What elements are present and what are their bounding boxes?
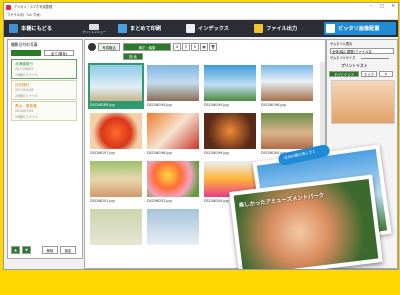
folder-item[interactable]: 青山・表参道 2015/07/02 20個のファイル	[11, 101, 77, 121]
window-title: デジカメ・スマホ写真整理	[14, 5, 53, 9]
collage-photo-front: 楽しかったアミューズメントパーク	[229, 174, 383, 269]
home-label: 本棚にもどる	[21, 26, 53, 32]
caption-bubble-text: 日光の朝の清しさと	[283, 149, 317, 161]
zoom-icon[interactable]: ⚲	[182, 43, 190, 51]
folder-date: 2015/07/02	[15, 109, 34, 113]
batch-print-label: まとめて印刷	[130, 26, 162, 32]
file-output-label: ファイル出力	[266, 26, 298, 32]
search-button[interactable]: 検 索	[123, 53, 143, 60]
folder-count: 14個のファイル	[15, 73, 39, 77]
thumbnail-item[interactable]: DSCN6194.jpg	[145, 63, 201, 109]
date-folder-panel: 撮影日付の写真 全て(単年) 北海道旅行 2017/06/05 14個のファイル…	[7, 39, 83, 259]
thumbnail-image	[90, 209, 142, 245]
clear-button[interactable]: クリア	[361, 71, 377, 77]
thumbnail-item[interactable]: DSCN6201.jpg	[88, 159, 144, 205]
thumbnail-caption: DSCN6202.jpg	[147, 199, 172, 203]
menu-help[interactable]: ヘルプ(H)	[26, 13, 40, 17]
print-list-title: プリントリスト	[341, 63, 368, 68]
folder-count: 20個のファイル	[15, 94, 39, 98]
thumbnail-image	[204, 65, 256, 101]
promo-stage: デジカメ・スマホ写真整理 – □ ✕ ファイル(F) ヘルプ(H) 本棚にもどる…	[0, 0, 400, 295]
layout-icon	[326, 24, 335, 33]
thumbnail-item[interactable]: DSCN6189.jpg	[88, 63, 144, 109]
clear-all-button[interactable]: すべてクリア	[329, 71, 359, 77]
grid-icon[interactable]: ▦	[200, 43, 208, 51]
rotate-left-icon[interactable]: ↺	[173, 43, 181, 51]
folder-date: 2017/06/05	[15, 67, 34, 71]
thumbnail-image	[147, 209, 199, 245]
thumbnail-image	[90, 113, 142, 149]
trash-icon[interactable]: 🗑	[209, 43, 217, 51]
app-icon	[6, 5, 11, 10]
file-output-button[interactable]: ファイル出力	[252, 22, 318, 35]
panel-header: 撮影日付の写真	[11, 42, 38, 47]
thumbnail-item[interactable]	[145, 207, 201, 253]
print-menu-button[interactable]: プリントメニュー	[76, 22, 112, 35]
thumb-display-select[interactable]: 全体(幅に調整)ファイル名	[330, 48, 394, 54]
thumbnail-caption: DSCN6189.jpg	[90, 103, 115, 107]
folder-item[interactable]: 日光旅行 2017/04/16 20個のファイル	[11, 80, 77, 100]
thumbnail-item[interactable]: DSCN6197.jpg	[88, 111, 144, 157]
rotate-right-icon[interactable]: ↻	[191, 43, 199, 51]
bookshelf-icon	[9, 24, 18, 33]
more-options-button[interactable]: ▾	[379, 71, 393, 77]
nav-up-button[interactable]: ▲	[11, 246, 20, 254]
thumbnail-caption: DSCN6198.jpg	[147, 151, 172, 155]
print-menu-label: プリントメニュー	[81, 29, 106, 34]
nav-down-button[interactable]: ▼	[22, 246, 31, 254]
index-button[interactable]: インデックス	[184, 22, 246, 35]
thumbnail-image	[261, 65, 313, 101]
app-window: デジカメ・スマホ写真整理 – □ ✕ ファイル(F) ヘルプ(H) 本棚にもどる…	[3, 2, 399, 270]
camera-icon	[88, 43, 96, 51]
stack-icon	[118, 24, 127, 33]
date-view-tab[interactable]	[11, 50, 41, 56]
thumbnail-caption: DSCN6201.jpg	[90, 199, 115, 203]
thumbnail-caption: DSCN6195.jpg	[204, 103, 229, 107]
title-bar: デジカメ・スマホ写真整理 – □ ✕	[4, 3, 398, 12]
fit-layout-button[interactable]: ピッタリ画像配置	[324, 22, 396, 35]
menu-file[interactable]: ファイル(F)	[7, 13, 24, 17]
thumbnail-image	[147, 65, 199, 101]
thumb-size-slider[interactable]	[361, 58, 389, 59]
thumb-display-label: サムネイル表示	[330, 42, 353, 46]
import-button[interactable]: 写真取込	[98, 43, 120, 51]
thumbnail-image	[147, 113, 199, 149]
folder-count: 20個のファイル	[15, 115, 39, 119]
thumbnail-image	[204, 113, 256, 149]
thumbnail-caption: DSCN6204.jpg	[204, 199, 229, 203]
thumbnail-item[interactable]: DSCN6198.jpg	[145, 111, 201, 157]
delete-button[interactable]: 削除	[42, 246, 58, 254]
folder-item[interactable]: 北海道旅行 2017/06/05 14個のファイル	[11, 59, 77, 79]
maximize-button[interactable]: □	[380, 4, 384, 9]
minimize-button[interactable]: –	[370, 4, 372, 9]
thumbnail-caption: DSCN6196.jpg	[261, 103, 286, 107]
year-filter-select[interactable]: 全て(単年)	[44, 50, 74, 56]
home-button[interactable]: 本棚にもどる	[7, 22, 63, 35]
index-label: インデックス	[198, 26, 229, 32]
thumbnail-caption: DSCN6194.jpg	[147, 103, 172, 107]
folder-icon	[254, 24, 263, 33]
main-toolbar: 本棚にもどる プリントメニュー まとめて印刷 インデックス ファイル出力 ピッタ…	[4, 20, 398, 37]
fit-layout-label: ピッタリ画像配置	[338, 26, 380, 32]
thumbnail-item[interactable]: DSCN6199.jpg	[202, 111, 258, 157]
menu-bar: ファイル(F) ヘルプ(H)	[4, 12, 398, 20]
thumbnail-image	[261, 113, 313, 149]
print-list-thumbnail[interactable]	[331, 80, 395, 124]
thumbnail-item[interactable]: DSCN6196.jpg	[259, 63, 315, 109]
index-icon	[186, 24, 195, 33]
settings-button[interactable]: 設定	[60, 246, 76, 254]
thumbnail-item[interactable]: DSCN6195.jpg	[202, 63, 258, 109]
thumb-size-label: サムネイルサイズ	[330, 56, 356, 60]
thumbnail-image	[90, 65, 142, 101]
thumbnail-caption: DSCN6199.jpg	[204, 151, 229, 155]
thumbnail-image	[90, 161, 142, 197]
batch-print-button[interactable]: まとめて印刷	[116, 22, 178, 35]
edit-button[interactable]: 補正・編集	[123, 43, 171, 51]
thumbnail-image	[147, 161, 199, 197]
thumbnail-item[interactable]: DSCN6202.jpg	[145, 159, 201, 205]
thumbnail-caption: DSCN6197.jpg	[90, 151, 115, 155]
folder-date: 2017/04/16	[15, 88, 34, 92]
thumbnail-item[interactable]	[88, 207, 144, 253]
close-button[interactable]: ✕	[391, 4, 395, 9]
